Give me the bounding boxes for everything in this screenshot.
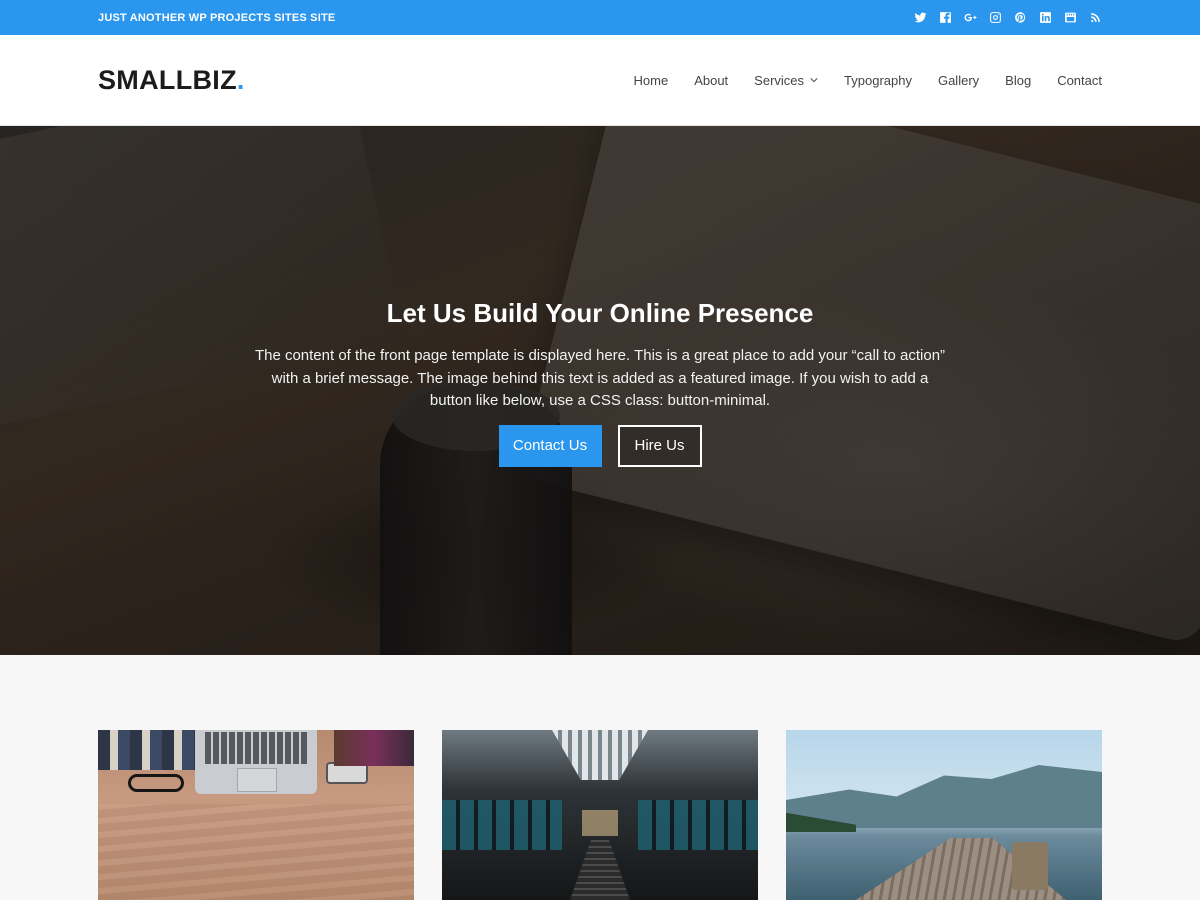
mountains bbox=[786, 765, 1102, 828]
contact-us-button[interactable]: Contact Us bbox=[498, 424, 602, 467]
escalator bbox=[570, 840, 630, 900]
card-image-desk[interactable] bbox=[98, 730, 414, 900]
books bbox=[98, 730, 198, 770]
nav-services[interactable]: Services bbox=[754, 73, 818, 88]
social-icons bbox=[913, 11, 1102, 25]
hero-title: Let Us Build Your Online Presence bbox=[386, 298, 814, 328]
dock-post bbox=[1012, 842, 1048, 890]
hero-section: Let Us Build Your Online Presence The co… bbox=[0, 126, 1200, 655]
card-image-lake[interactable] bbox=[786, 730, 1102, 900]
nav-gallery[interactable]: Gallery bbox=[938, 73, 979, 88]
skylight bbox=[552, 730, 648, 780]
instagram-icon[interactable] bbox=[988, 11, 1002, 25]
google-plus-icon[interactable] bbox=[963, 11, 977, 25]
keyboard bbox=[205, 732, 307, 764]
nav-blog[interactable]: Blog bbox=[1005, 73, 1031, 88]
trackpad bbox=[237, 768, 277, 792]
nav-home[interactable]: Home bbox=[634, 73, 669, 88]
rss-icon[interactable] bbox=[1088, 11, 1102, 25]
logo-text: SMALLBIZ bbox=[98, 64, 237, 95]
exit-light bbox=[582, 810, 618, 836]
main-nav: Home About Services Typography Gallery B… bbox=[634, 73, 1103, 88]
hero-text: The content of the front page template i… bbox=[254, 347, 946, 409]
logo-dot: . bbox=[236, 64, 245, 95]
twitter-icon[interactable] bbox=[913, 11, 927, 25]
hero-content: Let Us Build Your Online Presence The co… bbox=[0, 298, 1200, 467]
chevron-down-icon bbox=[810, 78, 818, 83]
left-windows bbox=[442, 800, 562, 850]
site-header: SMALLBIZ. Home About Services Typography… bbox=[0, 35, 1200, 126]
facebook-icon[interactable] bbox=[938, 11, 952, 25]
glasses bbox=[128, 774, 184, 792]
top-bar: JUST ANOTHER WP PROJECTS SITES SITE bbox=[0, 0, 1200, 35]
card-image-escalator[interactable] bbox=[442, 730, 758, 900]
hero-buttons: Contact Us Hire Us bbox=[0, 424, 1200, 467]
desk-wood bbox=[98, 804, 414, 900]
nav-typography[interactable]: Typography bbox=[844, 73, 912, 88]
flowers bbox=[334, 730, 414, 766]
hire-us-button[interactable]: Hire Us bbox=[617, 424, 702, 467]
pinterest-icon[interactable] bbox=[1013, 11, 1027, 25]
nav-about[interactable]: About bbox=[694, 73, 728, 88]
featured-cards bbox=[0, 655, 1200, 900]
site-tagline: JUST ANOTHER WP PROJECTS SITES SITE bbox=[98, 11, 336, 24]
site-logo[interactable]: SMALLBIZ. bbox=[98, 65, 245, 96]
youtube-icon[interactable] bbox=[1063, 11, 1077, 25]
nav-services-label: Services bbox=[754, 72, 805, 88]
right-windows bbox=[638, 800, 758, 850]
nav-contact[interactable]: Contact bbox=[1057, 73, 1102, 88]
linkedin-icon[interactable] bbox=[1038, 11, 1052, 25]
